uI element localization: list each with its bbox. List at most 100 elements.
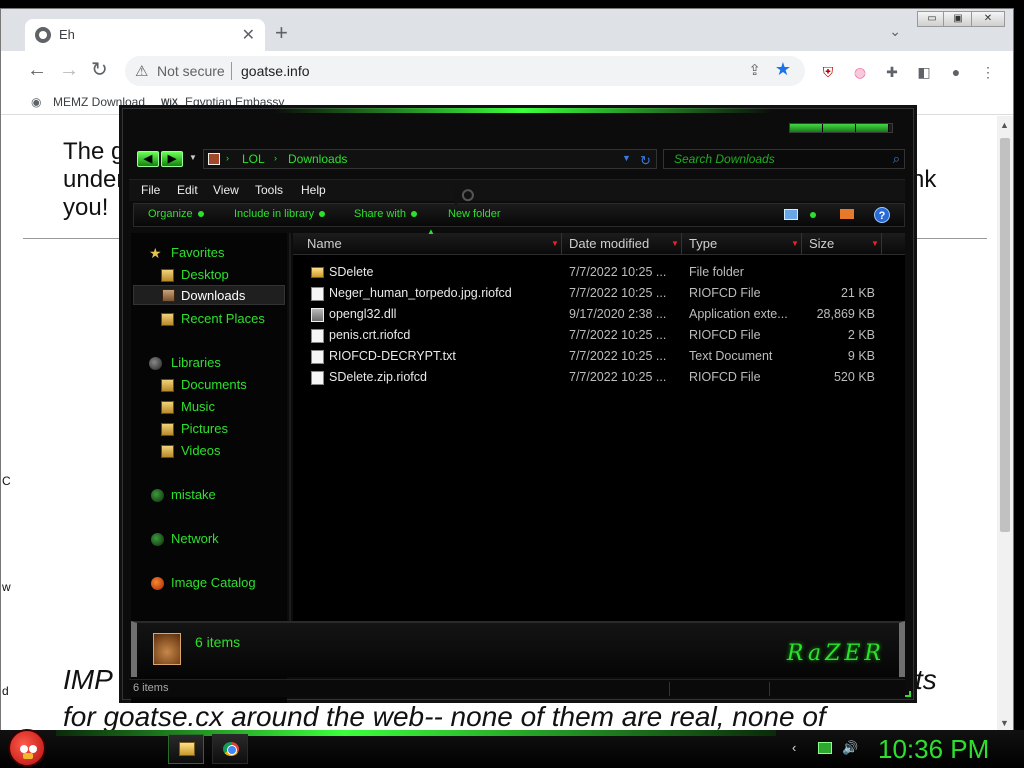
url-text[interactable]: goatse.info [241, 63, 310, 79]
details-pane: 6 items RaZER [131, 621, 905, 677]
nav-pictures[interactable]: Pictures [181, 421, 228, 436]
browser-tab[interactable]: Eh ✕ [25, 19, 265, 51]
maximize-button[interactable]: ▣ [943, 11, 973, 27]
file-type: Application exte... [689, 307, 788, 321]
column-type[interactable]: Type [689, 236, 717, 251]
tab-close-icon[interactable]: ✕ [242, 25, 255, 45]
minimize-button[interactable] [790, 124, 823, 132]
preview-pane-icon[interactable] [840, 209, 854, 219]
address-bar[interactable]: ⚠ Not secure goatse.info ⇪ ★ [125, 56, 805, 86]
filter-dropdown-icon[interactable]: ▼ [551, 239, 559, 248]
breadcrumb-downloads[interactable]: Downloads [288, 152, 347, 166]
file-row[interactable]: penis.crt.riofcd 7/7/2022 10:25 ... RIOF… [303, 326, 903, 346]
new-tab-button[interactable]: + [275, 22, 288, 44]
menu-kebab-icon[interactable]: ⋮ [979, 64, 997, 80]
file-row[interactable]: Neger_human_torpedo.jpg.riofcd 7/7/2022 … [303, 284, 903, 304]
nav-recent-places[interactable]: Recent Places [181, 311, 265, 326]
file-row[interactable]: SDelete.zip.riofcd 7/7/2022 10:25 ... RI… [303, 368, 903, 388]
dropdown-icon[interactable]: ▼ [622, 153, 631, 163]
filter-dropdown-icon[interactable]: ▼ [671, 239, 679, 248]
pane-splitter[interactable] [289, 233, 291, 621]
breadcrumb-lol[interactable]: LOL [242, 152, 265, 166]
taskbar-explorer-button[interactable] [168, 734, 204, 764]
page-scrollbar[interactable]: ▲ ▼ [997, 116, 1013, 730]
nav-mistake[interactable]: mistake [171, 487, 216, 502]
column-divider[interactable] [681, 233, 682, 255]
maximize-button[interactable] [823, 124, 856, 132]
menu-view[interactable]: View [213, 183, 239, 197]
taskbar-chrome-button[interactable] [212, 734, 248, 764]
share-icon[interactable]: ⇪ [748, 61, 761, 79]
nav-favorites[interactable]: Favorites [171, 245, 224, 260]
scroll-up-icon[interactable]: ▲ [1000, 120, 1009, 130]
new-folder-button[interactable]: New folder [448, 208, 501, 220]
nav-documents[interactable]: Documents [181, 377, 247, 392]
menu-file[interactable]: File [141, 183, 160, 197]
column-name[interactable]: Name [307, 236, 342, 251]
close-window-button[interactable]: ✕ [971, 11, 1005, 27]
resize-grip[interactable] [905, 691, 911, 697]
search-icon[interactable]: ⌕ [893, 151, 900, 167]
view-options-dot-icon[interactable] [810, 212, 816, 218]
network-tray-icon[interactable] [818, 742, 832, 754]
profile-avatar-icon[interactable]: ● [947, 64, 965, 80]
menu-edit[interactable]: Edit [177, 183, 198, 197]
share-with-button[interactable]: Share with [354, 208, 417, 220]
menu-help[interactable]: Help [301, 183, 326, 197]
refresh-icon[interactable]: ↻ [640, 153, 651, 169]
scrollbar-thumb[interactable] [1000, 138, 1010, 532]
show-hidden-icons-button[interactable]: ‹ [792, 740, 796, 755]
dll-icon [311, 308, 324, 322]
volume-icon[interactable]: 🔊 [842, 740, 858, 756]
organize-button[interactable]: Organize [148, 208, 204, 220]
nav-image-catalog[interactable]: Image Catalog [171, 575, 256, 590]
include-in-library-button[interactable]: Include in library [234, 208, 326, 220]
recent-pages-chevron-icon[interactable]: ▼ [189, 153, 197, 162]
ublock-extension-icon[interactable]: ⛨ [819, 64, 837, 80]
file-row[interactable]: SDelete 7/7/2022 10:25 ... File folder [303, 263, 903, 283]
bookmark-star-icon[interactable]: ★ [775, 59, 791, 80]
change-view-icon[interactable] [784, 209, 798, 220]
column-divider[interactable] [561, 233, 562, 255]
breadcrumb-bar[interactable]: › LOL › Downloads ▼ ↻ [203, 149, 657, 169]
taskbar-clock[interactable]: 10:36 PM [878, 734, 989, 765]
nav-music[interactable]: Music [181, 399, 215, 414]
filter-dropdown-icon[interactable]: ▼ [871, 239, 879, 248]
side-panel-icon[interactable]: ◧ [915, 64, 933, 80]
forward-button[interactable]: ▶ [161, 151, 183, 167]
divider [769, 682, 770, 696]
bookmark-memz-download[interactable]: MEMZ Download [53, 95, 145, 109]
puzzle-extensions-icon[interactable]: ✚ [883, 64, 901, 80]
flag-extension-icon[interactable]: ◍ [851, 64, 869, 80]
nav-desktop[interactable]: Desktop [181, 267, 229, 282]
reload-button[interactable]: ↻ [91, 59, 108, 81]
help-icon[interactable]: ? [874, 207, 890, 223]
forward-button[interactable]: → [59, 59, 79, 81]
nav-videos[interactable]: Videos [181, 443, 221, 458]
nav-network[interactable]: Network [171, 531, 219, 546]
column-size[interactable]: Size [809, 236, 834, 251]
window-controls[interactable] [789, 123, 893, 133]
close-button[interactable] [856, 124, 889, 132]
tab-search-icon[interactable]: ⌄ [889, 23, 901, 40]
back-button[interactable]: ◀ [137, 151, 159, 167]
scroll-down-icon[interactable]: ▼ [1000, 718, 1009, 728]
warning-icon[interactable]: ⚠ [135, 62, 148, 80]
file-row[interactable]: RIOFCD-DECRYPT.txt 7/7/2022 10:25 ... Te… [303, 347, 903, 367]
column-divider[interactable] [881, 233, 882, 255]
folder-icon [179, 742, 195, 756]
page-text-line: for goatse.cx around the web-- none of t… [63, 701, 826, 730]
column-date-modified[interactable]: Date modified [569, 236, 649, 251]
column-divider[interactable] [801, 233, 802, 255]
nav-downloads-selected[interactable]: Downloads [133, 285, 285, 305]
search-box[interactable]: Search Downloads ⌕ [663, 149, 905, 169]
menu-tools[interactable]: Tools [255, 183, 283, 197]
bookmark-egyptian-embassy[interactable]: Egyptian Embassy [185, 95, 284, 109]
folder-icon [208, 153, 220, 165]
back-button[interactable]: ← [27, 59, 47, 81]
file-row[interactable]: opengl32.dll 9/17/2020 2:38 ... Applicat… [303, 305, 903, 325]
nav-libraries[interactable]: Libraries [171, 355, 221, 370]
start-button[interactable] [8, 729, 46, 767]
filter-dropdown-icon[interactable]: ▼ [791, 239, 799, 248]
wix-icon: WiX [161, 97, 178, 107]
